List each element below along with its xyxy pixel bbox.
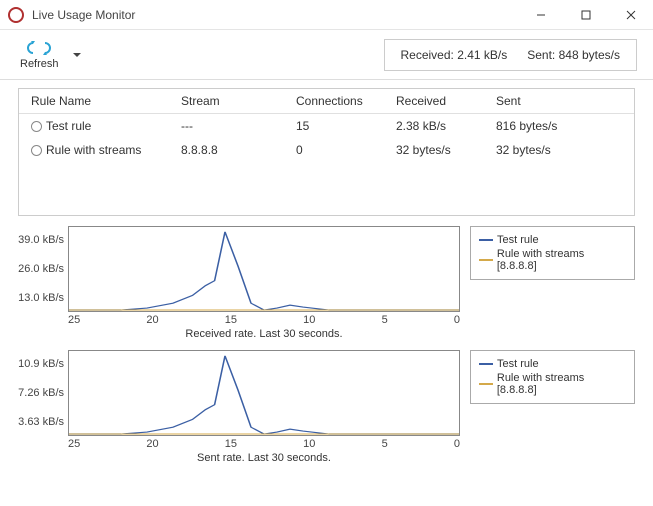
cell-received: 2.38 kB/s xyxy=(392,117,492,135)
refresh-dropdown-arrow[interactable] xyxy=(73,53,81,57)
window-title: Live Usage Monitor xyxy=(32,8,135,22)
refresh-label: Refresh xyxy=(20,58,59,70)
table-row[interactable]: Rule with streams 8.8.8.8 0 32 bytes/s 3… xyxy=(19,138,634,162)
rules-table: Rule Name Stream Connections Received Se… xyxy=(18,88,635,216)
table-row[interactable]: Test rule --- 15 2.38 kB/s 816 bytes/s xyxy=(19,114,634,138)
status-panel: Received: 2.41 kB/s Sent: 848 bytes/s xyxy=(384,39,638,71)
legend-swatch xyxy=(479,383,493,385)
close-button[interactable] xyxy=(608,0,653,30)
refresh-button[interactable]: Refresh xyxy=(16,37,63,72)
legend-swatch xyxy=(479,259,493,261)
legend-swatch xyxy=(479,239,493,241)
sent-chart-plot xyxy=(68,350,460,436)
legend-swatch xyxy=(479,363,493,365)
app-icon xyxy=(8,7,24,23)
cell-sent: 32 bytes/s xyxy=(492,141,592,159)
col-header-received[interactable]: Received xyxy=(392,92,492,110)
row-radio-icon xyxy=(31,145,42,156)
received-chart-x-axis: 25 20 15 10 5 0 xyxy=(68,312,460,328)
refresh-icon xyxy=(27,39,51,57)
legend-item: Test rule xyxy=(479,357,626,371)
received-chart-legend: Test rule Rule with streams [8.8.8.8] xyxy=(470,226,635,280)
received-chart-y-axis: 39.0 kB/s 26.0 kB/s 13.0 kB/s xyxy=(18,226,68,312)
row-radio-icon xyxy=(31,121,42,132)
cell-connections: 15 xyxy=(292,117,392,135)
cell-stream: --- xyxy=(177,117,292,135)
col-header-sent[interactable]: Sent xyxy=(492,92,592,110)
legend-item: Rule with streams [8.8.8.8] xyxy=(479,247,626,273)
minimize-button[interactable] xyxy=(518,0,563,30)
table-header-row: Rule Name Stream Connections Received Se… xyxy=(19,89,634,114)
legend-item: Rule with streams [8.8.8.8] xyxy=(479,371,626,397)
sent-chart-caption: Sent rate. Last 30 seconds. xyxy=(68,452,460,464)
maximize-button[interactable] xyxy=(563,0,608,30)
sent-chart-x-axis: 25 20 15 10 5 0 xyxy=(68,436,460,452)
cell-sent: 816 bytes/s xyxy=(492,117,592,135)
cell-stream: 8.8.8.8 xyxy=(177,141,292,159)
col-header-stream[interactable]: Stream xyxy=(177,92,292,110)
col-header-name[interactable]: Rule Name xyxy=(27,92,177,110)
received-chart-section: 39.0 kB/s 26.0 kB/s 13.0 kB/s 25 20 15 1… xyxy=(18,226,635,340)
received-chart-caption: Received rate. Last 30 seconds. xyxy=(68,328,460,340)
status-sent-label: Sent: xyxy=(527,48,555,62)
status-sent-value: 848 bytes/s xyxy=(559,48,620,62)
cell-name: Rule with streams xyxy=(46,143,141,157)
status-received-value: 2.41 kB/s xyxy=(457,48,507,62)
sent-chart-section: 10.9 kB/s 7.26 kB/s 3.63 kB/s 25 20 15 1… xyxy=(18,350,635,464)
titlebar: Live Usage Monitor xyxy=(0,0,653,30)
col-header-connections[interactable]: Connections xyxy=(292,92,392,110)
sent-chart-y-axis: 10.9 kB/s 7.26 kB/s 3.63 kB/s xyxy=(18,350,68,436)
cell-connections: 0 xyxy=(292,141,392,159)
sent-chart-legend: Test rule Rule with streams [8.8.8.8] xyxy=(470,350,635,404)
cell-name: Test rule xyxy=(46,119,91,133)
toolbar: Refresh Received: 2.41 kB/s Sent: 848 by… xyxy=(0,30,653,80)
received-chart-plot xyxy=(68,226,460,312)
legend-item: Test rule xyxy=(479,233,626,247)
status-received-label: Received: xyxy=(401,48,454,62)
cell-received: 32 bytes/s xyxy=(392,141,492,159)
